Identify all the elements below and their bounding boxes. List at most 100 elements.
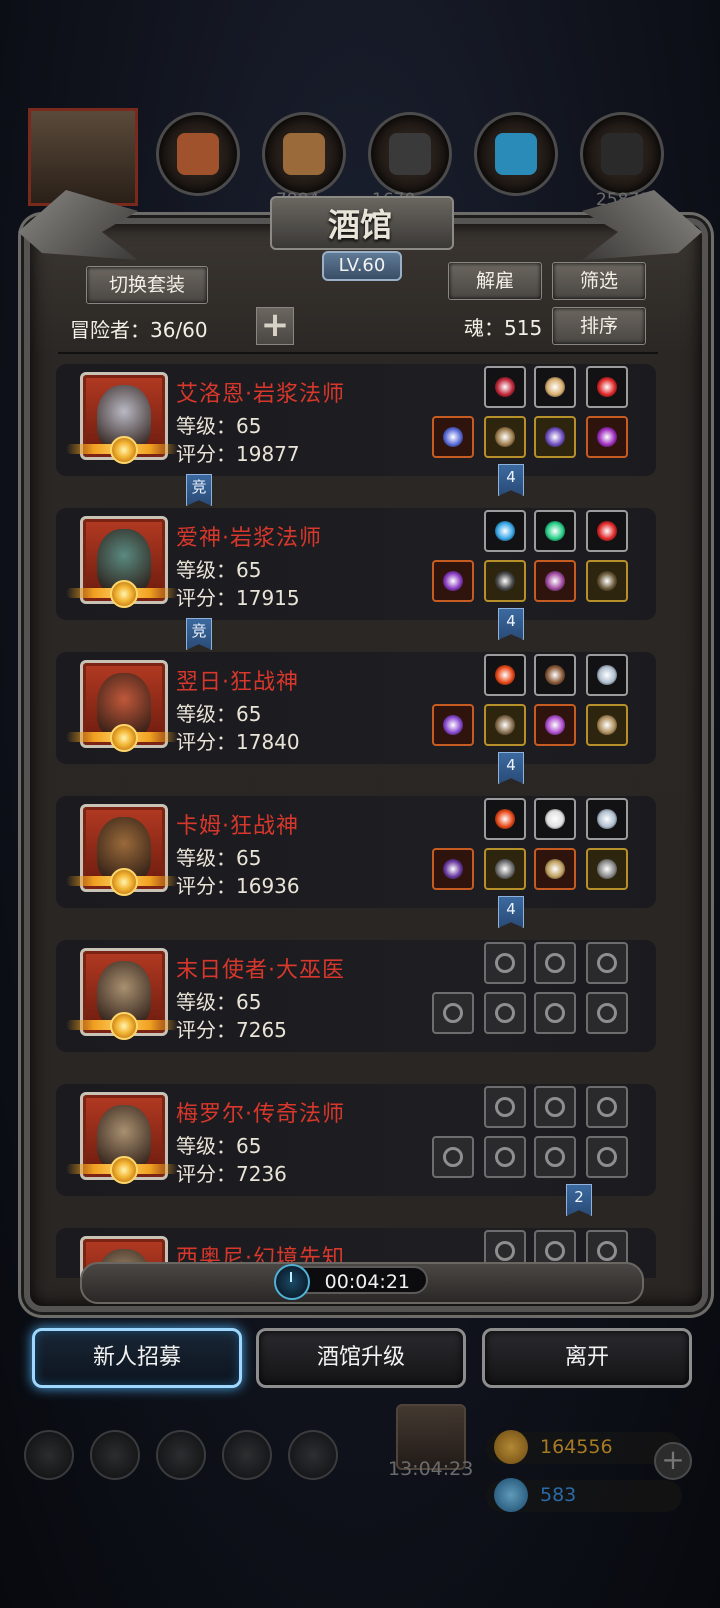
nav-tower-icon[interactable] <box>156 1430 206 1480</box>
sun-emblem-icon <box>110 724 138 752</box>
robe-icon[interactable] <box>484 416 526 458</box>
nav-settings-icon[interactable] <box>24 1430 74 1480</box>
item-glyph <box>545 715 565 735</box>
hero-level: 等级：65 <box>176 1134 262 1158</box>
sun-emblem-icon <box>110 1012 138 1040</box>
boots-icon[interactable] <box>586 560 628 602</box>
empty-armor-slot-icon[interactable] <box>484 992 526 1034</box>
empty-hourglass-slot-icon[interactable] <box>586 942 628 984</box>
expand-roster-button[interactable]: + <box>256 307 294 345</box>
item-glyph <box>443 1147 463 1167</box>
hero-score: 评分：7236 <box>176 1162 287 1186</box>
filter-button[interactable]: 筛选 <box>552 262 646 300</box>
sun-emblem-icon <box>110 868 138 896</box>
hero-score: 评分：17840 <box>176 730 300 754</box>
nav-box-icon[interactable] <box>288 1430 338 1480</box>
item-glyph <box>597 1147 617 1167</box>
staff-icon[interactable] <box>432 560 474 602</box>
blue-orb-icon[interactable] <box>484 510 526 552</box>
resource-slot-iron <box>580 112 664 196</box>
item-glyph <box>545 1097 565 1117</box>
item-glyph <box>495 427 515 447</box>
staff-icon[interactable] <box>432 416 474 458</box>
pendant-icon[interactable] <box>586 416 628 458</box>
gem-amount: 583 <box>540 1484 577 1506</box>
gold-amount: 164556 <box>540 1436 613 1458</box>
empty-hourglass-slot-icon[interactable] <box>534 942 576 984</box>
item-glyph <box>495 665 515 685</box>
recruit-button[interactable]: 新人招募 <box>32 1328 242 1388</box>
hood-icon[interactable] <box>484 560 526 602</box>
green-gem-icon[interactable] <box>534 510 576 552</box>
nav-star-icon[interactable] <box>90 1430 140 1480</box>
switch-outfit-button[interactable]: 切换套装 <box>86 266 208 304</box>
item-glyph <box>545 1147 565 1167</box>
leave-button[interactable]: 离开 <box>482 1328 692 1388</box>
hero-level: 等级：65 <box>176 846 262 870</box>
empty-ring-slot-icon[interactable] <box>586 992 628 1034</box>
item-glyph <box>495 571 515 591</box>
empty-ring-slot-icon[interactable] <box>534 1136 576 1178</box>
item-glyph <box>597 427 617 447</box>
item-glyph <box>495 859 515 879</box>
item-glyph <box>597 571 617 591</box>
compass-icon[interactable] <box>534 366 576 408</box>
add-currency-button[interactable]: + <box>654 1442 692 1480</box>
hero-name: 爱神·岩浆法师 <box>176 526 322 551</box>
empty-ring-slot-icon[interactable] <box>534 992 576 1034</box>
empty-drop-slot-icon[interactable] <box>484 942 526 984</box>
fire-icon[interactable] <box>484 798 526 840</box>
upgrade-tavern-button[interactable]: 酒馆升级 <box>256 1328 466 1388</box>
belt-icon[interactable] <box>586 848 628 890</box>
gift-timer: 13:04:23 <box>388 1458 474 1480</box>
item-glyph <box>495 1147 515 1167</box>
gem-icon <box>494 1478 528 1512</box>
sort-button[interactable]: 排序 <box>552 307 646 345</box>
fire-icon[interactable] <box>484 654 526 696</box>
item-glyph <box>545 1003 565 1023</box>
empty-staff-slot-icon[interactable] <box>432 992 474 1034</box>
nav-mail-icon[interactable] <box>222 1430 272 1480</box>
empty-staff-slot-icon[interactable] <box>432 1136 474 1178</box>
red-gem-icon[interactable] <box>586 510 628 552</box>
resource-slot-crystal <box>474 112 558 196</box>
item-glyph <box>443 859 463 879</box>
hero-name: 梅罗尔·传奇法师 <box>176 1102 345 1127</box>
item-glyph <box>495 1003 515 1023</box>
silver-emblem-icon[interactable] <box>586 798 628 840</box>
empty-hourglass-slot-icon[interactable] <box>534 1086 576 1128</box>
axe-icon[interactable] <box>432 848 474 890</box>
heart-amulet-icon[interactable] <box>484 366 526 408</box>
item-glyph <box>443 571 463 591</box>
helmet-icon[interactable] <box>534 704 576 746</box>
hero-name: 艾洛恩·岩浆法师 <box>176 382 345 407</box>
item-glyph <box>443 427 463 447</box>
hammer-icon[interactable] <box>534 654 576 696</box>
item-glyph <box>545 859 565 879</box>
hero-name: 卡姆·狂战神 <box>176 814 299 839</box>
dismiss-button[interactable]: 解雇 <box>448 262 542 300</box>
wing-icon[interactable] <box>534 798 576 840</box>
armor-icon[interactable] <box>484 848 526 890</box>
hero-list[interactable]: 艾洛恩·岩浆法师 等级：65 评分：19877 4 爱神·岩浆法师 等级：65 … <box>56 360 656 1278</box>
empty-drop-slot-icon[interactable] <box>484 1086 526 1128</box>
amulet-icon[interactable] <box>534 416 576 458</box>
spellbook-icon[interactable] <box>534 560 576 602</box>
item-glyph <box>597 665 617 685</box>
silver-emblem-icon[interactable] <box>586 654 628 696</box>
gauntlet-icon[interactable] <box>586 704 628 746</box>
empty-hourglass-slot-icon[interactable] <box>586 1086 628 1128</box>
empty-ring-slot-icon[interactable] <box>586 1136 628 1178</box>
item-glyph <box>545 521 565 541</box>
adventurer-count: 冒险者：36/60 <box>70 318 208 342</box>
item-glyph <box>495 377 515 397</box>
empty-armor-slot-icon[interactable] <box>484 1136 526 1178</box>
armor-icon[interactable] <box>484 704 526 746</box>
hero-level: 等级：65 <box>176 990 262 1014</box>
red-gem-icon[interactable] <box>586 366 628 408</box>
clock-icon <box>274 1264 310 1300</box>
helmet-icon[interactable] <box>534 848 576 890</box>
item-glyph <box>495 1097 515 1117</box>
axe-icon[interactable] <box>432 704 474 746</box>
gold-coin-icon <box>494 1430 528 1464</box>
